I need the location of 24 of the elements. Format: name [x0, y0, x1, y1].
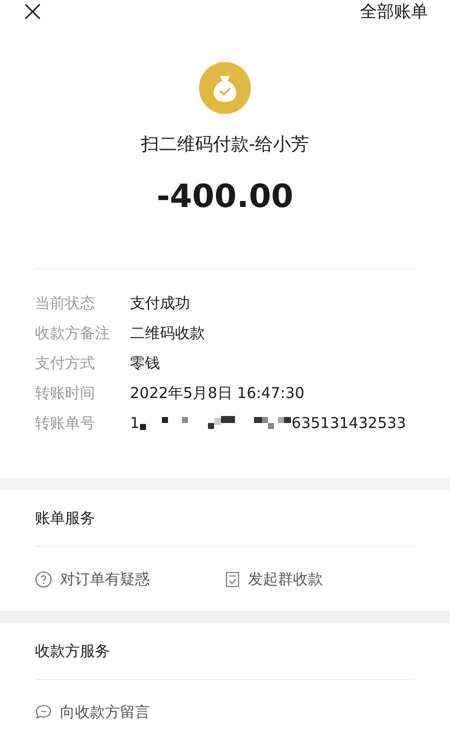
- service-action[interactable]: 向收款方留言: [35, 700, 235, 724]
- detail-label: 转账单号: [35, 413, 96, 434]
- detail-value: 2022年5月8日 16:47:30: [130, 383, 304, 404]
- order-number-end: 635131432533: [292, 413, 406, 434]
- payment-title: 扫二维码付款-给小芳: [140, 133, 310, 157]
- detail-value: 二维码收款: [130, 323, 205, 344]
- detail-label: 转账时间: [35, 383, 96, 404]
- order-number-start: 1: [130, 413, 140, 434]
- section-title: 账单服务: [35, 508, 95, 529]
- help-icon: [35, 570, 52, 588]
- detail-value: 零钱: [130, 353, 160, 374]
- service-action[interactable]: 对订单有疑惑: [35, 568, 225, 590]
- service-action[interactable]: 发起群收款: [225, 568, 415, 590]
- detail-label: 收款方备注: [35, 323, 111, 344]
- detail-value: 支付成功: [130, 293, 190, 314]
- money-bag-icon: [199, 62, 251, 114]
- section-title: 收款方服务: [35, 640, 110, 662]
- detail-label: 当前状态: [35, 293, 96, 314]
- chat-bubble-icon: [35, 704, 52, 720]
- checklist-icon: [225, 570, 240, 588]
- detail-label: 支付方式: [35, 353, 96, 374]
- close-button[interactable]: ×: [20, 0, 46, 24]
- all-bills-link[interactable]: 全部账单: [360, 0, 428, 24]
- payment-amount: -400.00: [156, 176, 294, 216]
